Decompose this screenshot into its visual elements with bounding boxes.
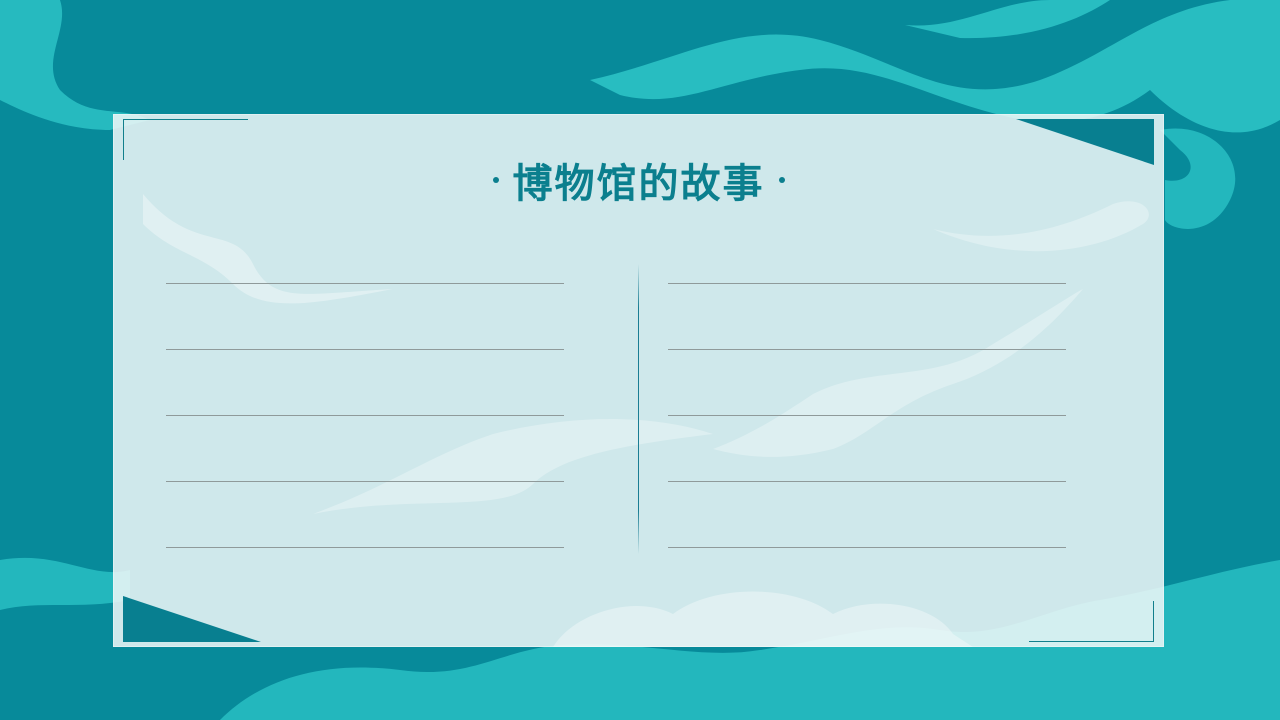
right-writing-lines bbox=[668, 283, 1066, 613]
writing-line bbox=[166, 283, 564, 284]
writing-line bbox=[668, 547, 1066, 548]
cloud-swirl-right bbox=[1160, 128, 1236, 229]
cloud-swirl-topleft bbox=[0, 0, 150, 130]
writing-line bbox=[166, 349, 564, 350]
title-dot-left bbox=[492, 177, 499, 183]
writing-line bbox=[668, 481, 1066, 482]
title-dot-right bbox=[778, 177, 785, 183]
writing-line bbox=[166, 481, 564, 482]
cloud-wave-bottom bbox=[0, 557, 130, 610]
left-writing-lines bbox=[166, 283, 564, 613]
title-row: 博物馆的故事 bbox=[113, 150, 1164, 210]
writing-line bbox=[668, 415, 1066, 416]
writing-line bbox=[166, 547, 564, 548]
writing-line bbox=[668, 283, 1066, 284]
story-card: 博物馆的故事 bbox=[113, 114, 1164, 647]
cloud-swirl-top bbox=[590, 0, 1280, 133]
column-divider bbox=[638, 264, 639, 554]
writing-line bbox=[166, 415, 564, 416]
writing-line bbox=[668, 349, 1066, 350]
card-title: 博物馆的故事 bbox=[512, 160, 765, 207]
cloud-swirl-top-small bbox=[905, 0, 1110, 39]
